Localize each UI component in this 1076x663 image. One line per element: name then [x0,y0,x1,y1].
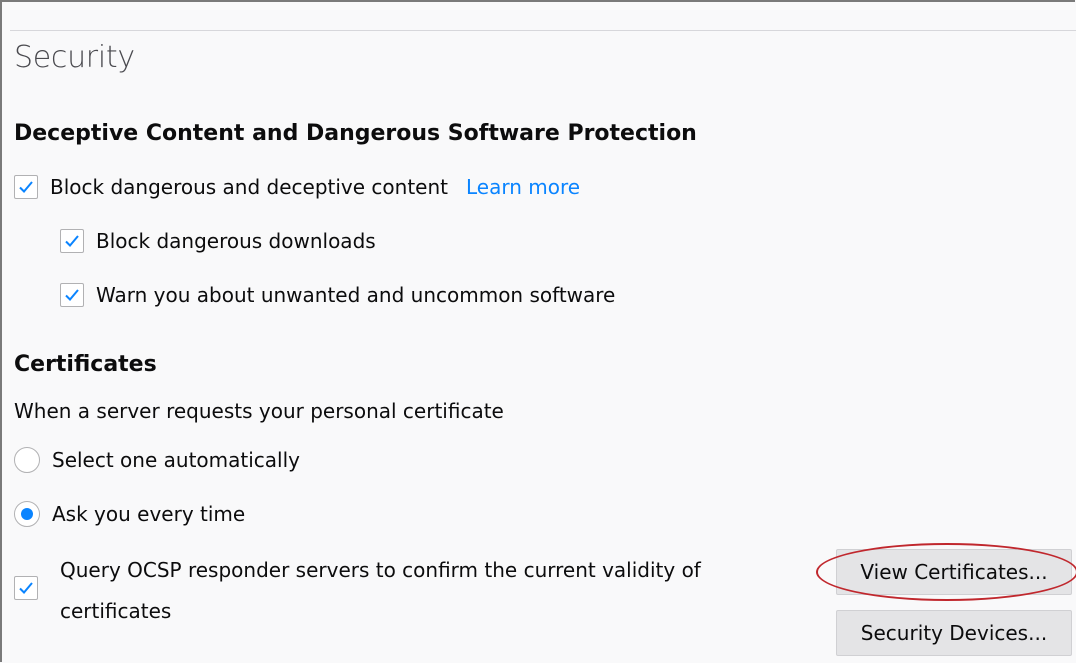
block-deceptive-content-label: Block dangerous and deceptive content [50,175,448,199]
security-devices-button[interactable]: Security Devices... [836,610,1072,656]
select-automatically-label: Select one automatically [52,448,300,472]
query-ocsp-checkbox-wrap[interactable] [14,576,38,600]
block-deceptive-content-option[interactable]: Block dangerous and deceptive content Le… [14,175,580,199]
section-title: Security [14,40,135,75]
checkmark-icon [65,235,79,247]
warn-unwanted-software-checkbox[interactable] [60,283,84,307]
warn-unwanted-software-option[interactable]: Warn you about unwanted and uncommon sof… [60,283,615,307]
checkmark-icon [19,181,33,193]
view-certificates-button[interactable]: View Certificates... [836,549,1072,595]
select-automatically-option[interactable]: Select one automatically [14,447,300,473]
learn-more-link[interactable]: Learn more [466,175,580,199]
ask-every-time-option[interactable]: Ask you every time [14,501,245,527]
block-dangerous-downloads-option[interactable]: Block dangerous downloads [60,229,376,253]
ask-every-time-label: Ask you every time [52,502,246,526]
deceptive-content-heading: Deceptive Content and Dangerous Software… [14,121,697,146]
top-divider [10,30,1076,31]
block-dangerous-downloads-checkbox[interactable] [60,229,84,253]
block-deceptive-content-checkbox[interactable] [14,175,38,199]
query-ocsp-checkbox[interactable] [14,576,38,600]
ask-every-time-radio[interactable] [14,501,40,527]
certificate-request-description: When a server requests your personal cer… [14,399,504,423]
checkmark-icon [19,582,33,594]
warn-unwanted-software-label: Warn you about unwanted and uncommon sof… [96,283,616,307]
checkmark-icon [65,289,79,301]
select-automatically-radio[interactable] [14,447,40,473]
block-dangerous-downloads-label: Block dangerous downloads [96,229,376,253]
radio-dot-icon [21,508,33,520]
query-ocsp-label-line1: Query OCSP responder servers to confirm … [60,558,701,582]
query-ocsp-label-line2: certificates [60,599,172,623]
certificates-heading: Certificates [14,352,157,377]
